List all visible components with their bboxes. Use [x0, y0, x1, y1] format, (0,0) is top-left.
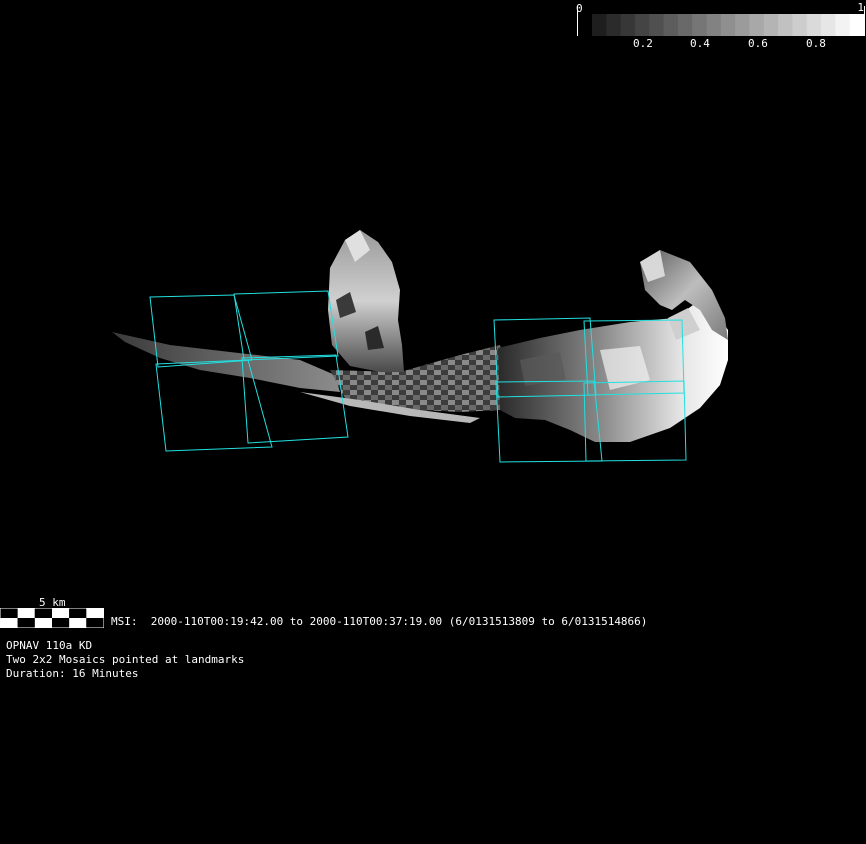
- scale-bar-cell: [69, 608, 87, 618]
- scale-bar-cell: [69, 618, 87, 628]
- observation-duration: Duration: 16 Minutes: [6, 667, 139, 680]
- scale-bar-cell: [17, 608, 35, 618]
- observation-title: OPNAV 110a KD: [6, 639, 93, 652]
- scale-bar-cell: [0, 618, 18, 628]
- msi-time-range: MSI: 2000-110T00:19:42.00 to 2000-110T00…: [111, 615, 648, 628]
- scale-bar-label: 5 km: [39, 596, 66, 609]
- scale-bar-cell: [52, 618, 70, 628]
- observation-description: Two 2x2 Mosaics pointed at landmarks: [6, 653, 245, 666]
- scale-bar-cell: [34, 618, 52, 628]
- scale-bar-cell: [86, 618, 104, 628]
- asteroid-render: [112, 230, 728, 463]
- scale-bar-cell: [52, 608, 70, 618]
- scale-bar-cell: [34, 608, 52, 618]
- info-block: OPNAV 110a KD Two 2x2 Mosaics pointed at…: [6, 640, 244, 682]
- scale-bar-cell: [86, 608, 104, 618]
- scale-bar-cell: [0, 608, 18, 618]
- scale-bar-cell: [17, 618, 35, 628]
- asteroid-body: [112, 230, 728, 442]
